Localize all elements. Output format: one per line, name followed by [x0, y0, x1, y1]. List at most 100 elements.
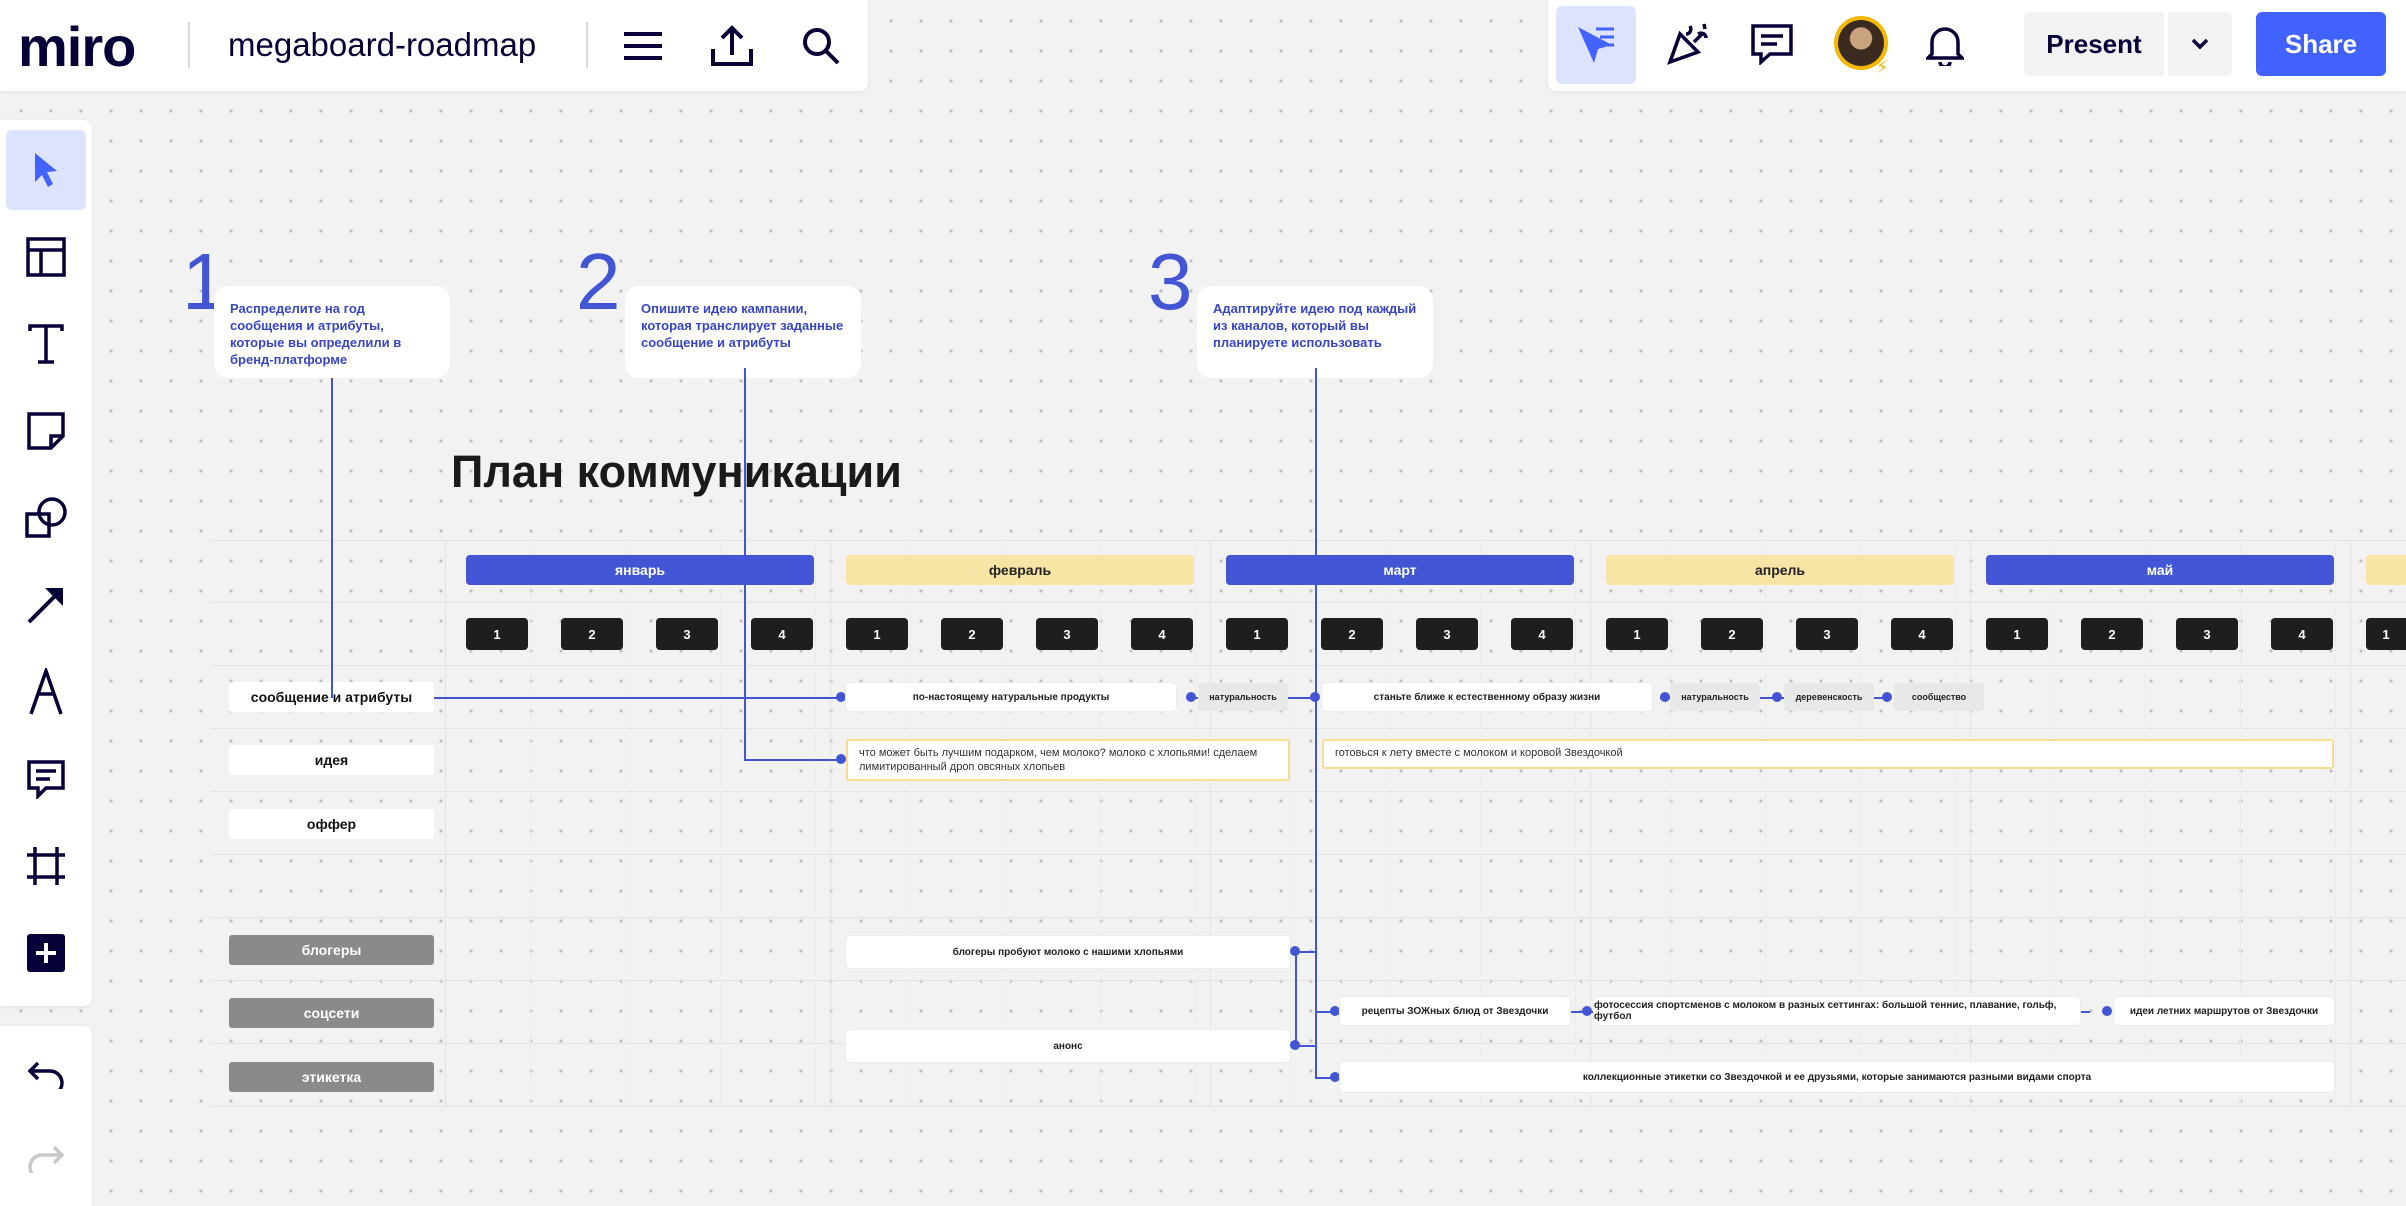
- week-chip[interactable]: 1: [1606, 618, 1668, 650]
- week-chip[interactable]: 1: [846, 618, 908, 650]
- channel-card[interactable]: идеи летних маршрутов от Звездочки: [2114, 997, 2334, 1025]
- shapes-icon: [25, 497, 67, 538]
- week-chip[interactable]: 1: [2366, 618, 2406, 650]
- month-header-partial[interactable]: [2366, 555, 2406, 585]
- step-note[interactable]: Адаптируйте идею под каждый из каналов, …: [1197, 286, 1433, 378]
- grid-line: [210, 1106, 2406, 1107]
- month-header[interactable]: апрель: [1606, 555, 1954, 585]
- grid-line: [2350, 540, 2351, 1108]
- week-chip[interactable]: 4: [1131, 618, 1193, 650]
- search-icon[interactable]: [793, 18, 849, 74]
- undo-button[interactable]: [6, 1034, 86, 1114]
- celebrate-icon[interactable]: [1660, 16, 1716, 72]
- row-label[interactable]: этикетка: [229, 1062, 434, 1092]
- comments-icon[interactable]: [1744, 16, 1800, 72]
- grid-line: [1575, 540, 1576, 1108]
- step-note[interactable]: Распределите на год сообщения и атрибуты…: [214, 286, 450, 378]
- week-chip[interactable]: 3: [1036, 618, 1098, 650]
- board-name[interactable]: megaboard-roadmap: [228, 26, 536, 64]
- more-tools[interactable]: [6, 913, 86, 993]
- select-tool[interactable]: [6, 130, 86, 210]
- week-chip[interactable]: 1: [466, 618, 528, 650]
- connector-dot: [836, 754, 846, 764]
- week-chip[interactable]: 4: [1511, 618, 1573, 650]
- week-chip[interactable]: 2: [561, 618, 623, 650]
- connector-line: [1295, 951, 1297, 1046]
- undo-icon: [27, 1061, 64, 1089]
- connector-dot: [1582, 1006, 1592, 1016]
- week-chip[interactable]: 4: [1891, 618, 1953, 650]
- sticky-note-tool[interactable]: [6, 391, 86, 471]
- message-card[interactable]: станьте ближе к естественному образу жиз…: [1322, 683, 1652, 711]
- row-label[interactable]: идея: [229, 745, 434, 775]
- week-chip[interactable]: 3: [2176, 618, 2238, 650]
- idea-card[interactable]: что может быть лучшим подарком, чем моло…: [846, 739, 1290, 781]
- attribute-tag[interactable]: натуральность: [1670, 683, 1760, 711]
- grid-line: [910, 540, 911, 1108]
- grid-line: [2335, 540, 2336, 1108]
- step-number: 3: [1148, 237, 1193, 326]
- channel-card[interactable]: фотосессия спортсменов с молоком в разны…: [1594, 997, 2080, 1025]
- attribute-tag[interactable]: сообщество: [1894, 683, 1984, 711]
- top-right-bar: ⚡ Present Share: [1548, 0, 2406, 91]
- reactions-icon[interactable]: [1556, 6, 1636, 84]
- week-chip[interactable]: 3: [1416, 618, 1478, 650]
- shapes-tool[interactable]: [6, 478, 86, 558]
- pen-tool[interactable]: [6, 652, 86, 732]
- row-label[interactable]: соцсети: [229, 998, 434, 1028]
- connector-dot: [1310, 692, 1320, 702]
- channel-card[interactable]: коллекционные этикетки со Звездочкой и е…: [1340, 1062, 2334, 1092]
- attribute-tag[interactable]: натуральность: [1198, 683, 1288, 711]
- arrow-tool[interactable]: [6, 565, 86, 645]
- week-chip[interactable]: 1: [1226, 618, 1288, 650]
- connector-dot: [1660, 692, 1670, 702]
- attribute-tag[interactable]: деревенскость: [1784, 683, 1874, 711]
- grid-line: [210, 602, 2406, 603]
- week-chip[interactable]: 2: [2081, 618, 2143, 650]
- bell-icon[interactable]: [1918, 18, 1972, 72]
- month-header[interactable]: январь: [466, 555, 814, 585]
- month-header[interactable]: февраль: [846, 555, 1194, 585]
- sticky-note-icon: [27, 412, 65, 450]
- week-chip[interactable]: 1: [1986, 618, 2048, 650]
- menu-icon[interactable]: [615, 18, 671, 74]
- week-chip[interactable]: 3: [656, 618, 718, 650]
- week-chip[interactable]: 2: [1321, 618, 1383, 650]
- present-button[interactable]: Present: [2024, 12, 2164, 76]
- redo-button[interactable]: [6, 1118, 86, 1198]
- text-tool[interactable]: [6, 304, 86, 384]
- grid-line: [1290, 540, 1291, 1108]
- row-label[interactable]: блогеры: [229, 935, 434, 965]
- left-toolbar: [0, 120, 92, 1006]
- week-chip[interactable]: 4: [751, 618, 813, 650]
- text-icon: [28, 324, 64, 364]
- step-note[interactable]: Опишите идею кампании, которая транслиру…: [625, 286, 861, 378]
- miro-logo[interactable]: miro: [18, 14, 136, 79]
- connector-dot: [2102, 1006, 2112, 1016]
- grid-line: [210, 1043, 2406, 1044]
- channel-card[interactable]: рецепты ЗОЖных блюд от Звездочки: [1340, 997, 1570, 1025]
- templates-tool[interactable]: [6, 217, 86, 297]
- avatar[interactable]: ⚡: [1834, 16, 1889, 76]
- channel-card[interactable]: анонс: [846, 1030, 1290, 1062]
- chevron-down-icon: [2191, 38, 2209, 50]
- plan-title[interactable]: План коммуникации: [451, 446, 902, 498]
- month-header[interactable]: март: [1226, 555, 1574, 585]
- week-chip[interactable]: 2: [1701, 618, 1763, 650]
- share-button[interactable]: Share: [2256, 12, 2386, 76]
- comment-tool[interactable]: [6, 739, 86, 819]
- connector-dot: [1330, 1006, 1340, 1016]
- pen-icon: [29, 668, 63, 715]
- export-icon[interactable]: [704, 18, 760, 74]
- month-header[interactable]: май: [1986, 555, 2334, 585]
- present-dropdown[interactable]: [2168, 12, 2232, 76]
- week-chip[interactable]: 4: [2271, 618, 2333, 650]
- week-chip[interactable]: 3: [1796, 618, 1858, 650]
- frame-tool[interactable]: [6, 826, 86, 906]
- channel-card[interactable]: блогеры пробуют молоко с нашими хлопьями: [846, 936, 1290, 968]
- connector-line: [744, 759, 842, 761]
- week-chip[interactable]: 2: [941, 618, 1003, 650]
- row-label[interactable]: оффер: [229, 809, 434, 839]
- idea-card[interactable]: готовься к лету вместе с молоком и коров…: [1322, 739, 2334, 769]
- message-card[interactable]: по-настоящему натуральные продукты: [846, 683, 1176, 711]
